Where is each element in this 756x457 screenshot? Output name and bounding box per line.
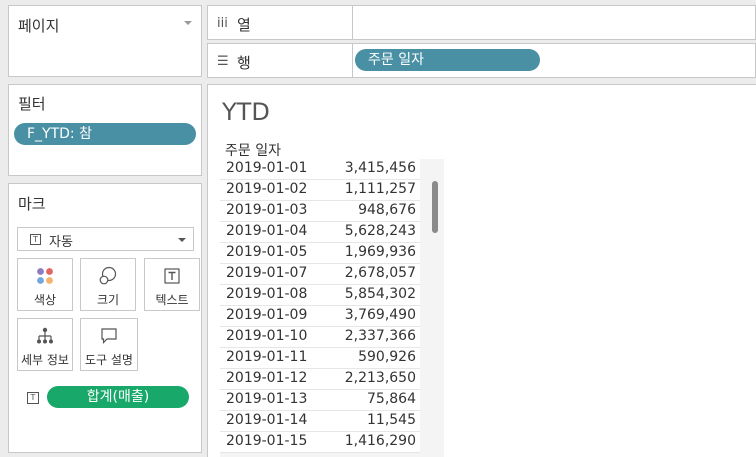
table-row[interactable]: 2019-01-02 1,111,257 <box>220 180 420 201</box>
marks-card: 마크 T 자동 색상 크기 텍스트 세부 정보 도구 설명 T 합계(매출) <box>8 183 202 453</box>
date-cell: 2019-01-11 <box>226 349 308 365</box>
date-cell: 2019-01-03 <box>226 202 308 218</box>
scrollbar[interactable] <box>432 181 438 233</box>
text-mark-icon: T <box>30 234 41 245</box>
table-row[interactable]: 2019-01-14 11,545 <box>220 411 420 432</box>
text-t-icon <box>145 266 199 286</box>
sheet-title: YTD <box>222 98 270 126</box>
rows-shelf[interactable]: ☰ 행 주문 일자 <box>207 43 756 78</box>
hierarchy-icon <box>18 326 72 346</box>
table-row[interactable]: 2019-01-01 3,415,456 <box>220 159 420 180</box>
rows-label: 행 <box>237 54 251 72</box>
columns-label: 열 <box>237 16 251 34</box>
date-cell: 2019-01-05 <box>226 244 308 260</box>
sales-value-cell: 948,676 <box>358 202 416 218</box>
date-cell: 2019-01-12 <box>226 370 308 386</box>
columns-icon: iii <box>217 16 228 31</box>
table-row[interactable]: 2019-01-11 590,926 <box>220 348 420 369</box>
sales-value-cell: 11,545 <box>367 412 416 428</box>
measure-pill[interactable]: 합계(매출) <box>47 386 189 408</box>
table-row[interactable]: 2019-01-12 2,213,650 <box>220 369 420 390</box>
color-button-label: 색상 <box>33 293 57 307</box>
column-header[interactable]: 주문 일자 <box>225 140 281 160</box>
color-button[interactable]: 색상 <box>17 258 73 311</box>
columns-shelf[interactable]: iii 열 <box>207 5 756 40</box>
date-cell: 2019-01-09 <box>226 307 308 323</box>
table-row[interactable]: 2019-01-09 3,769,490 <box>220 306 420 327</box>
table-row[interactable]: 2019-01-03 948,676 <box>220 201 420 222</box>
rows-pill[interactable]: 주문 일자 <box>355 49 540 71</box>
date-cell: 2019-01-07 <box>226 265 308 281</box>
date-cell: 2019-01-14 <box>226 412 308 428</box>
marks-title: 마크 <box>18 195 46 213</box>
sales-value-cell: 2,213,650 <box>344 370 416 386</box>
worksheet-view: YTD 주문 일자 2019-01-01 3,415,456 2019-01-02 1… <box>207 84 756 457</box>
mark-type-label: 자동 <box>49 235 73 250</box>
pages-title: 페이지 <box>18 17 60 35</box>
pages-card: 페이지 <box>8 5 202 77</box>
date-cell: 2019-01-13 <box>226 391 308 407</box>
table-row[interactable]: 2019-01-08 5,854,302 <box>220 285 420 306</box>
detail-button[interactable]: 세부 정보 <box>17 318 73 371</box>
sales-value-cell: 1,969,936 <box>344 244 416 260</box>
sales-value-cell: 5,628,243 <box>344 223 416 239</box>
sales-value-cell: 1,416,290 <box>344 433 416 449</box>
label-button-label: 텍스트 <box>155 293 189 307</box>
date-cell: 2019-01-01 <box>226 160 308 176</box>
table-row[interactable]: 2019-01-10 2,337,366 <box>220 327 420 348</box>
date-cell: 2019-01-02 <box>226 181 308 197</box>
tooltip-button[interactable]: 도구 설명 <box>80 318 138 371</box>
table-row[interactable]: 2019-01-13 75,864 <box>220 390 420 411</box>
sales-value-cell: 3,769,490 <box>344 307 416 323</box>
label-button[interactable]: 텍스트 <box>144 258 200 311</box>
size-circles-icon <box>81 266 135 286</box>
filters-title: 필터 <box>18 95 46 113</box>
date-cell: 2019-01-15 <box>226 433 308 449</box>
table-row[interactable]: 2019-01-07 2,678,057 <box>220 264 420 285</box>
shelf-divider <box>352 6 353 39</box>
filter-pill[interactable]: F_YTD: 참 <box>14 123 196 145</box>
date-cell: 2019-01-10 <box>226 328 308 344</box>
shelf-divider <box>352 44 353 77</box>
sales-value-cell: 2,678,057 <box>344 265 416 281</box>
sales-value-cell: 590,926 <box>358 349 416 365</box>
speech-bubble-icon <box>81 326 137 346</box>
sales-value-cell: 5,854,302 <box>344 286 416 302</box>
table-row[interactable]: 2019-01-15 1,416,290 <box>220 432 420 453</box>
table-row[interactable]: 2019-01-05 1,969,936 <box>220 243 420 264</box>
mark-type-select[interactable]: T 자동 <box>17 227 194 251</box>
tooltip-button-label: 도구 설명 <box>85 353 133 367</box>
size-button-label: 크기 <box>96 293 120 307</box>
rows-icon: ☰ <box>217 54 229 69</box>
table-row[interactable]: 2019-01-04 5,628,243 <box>220 222 420 243</box>
sales-value-cell: 75,864 <box>367 391 416 407</box>
date-cell: 2019-01-04 <box>226 223 308 239</box>
color-dots-icon <box>18 266 72 286</box>
dropdown-arrow-icon[interactable] <box>184 21 192 25</box>
size-button[interactable]: 크기 <box>80 258 136 311</box>
chevron-down-icon <box>178 238 186 242</box>
detail-button-label: 세부 정보 <box>21 353 69 367</box>
sales-value-cell: 3,415,456 <box>344 160 416 176</box>
data-table: 2019-01-01 3,415,456 2019-01-02 1,111,257 20… <box>220 159 420 453</box>
date-cell: 2019-01-08 <box>226 286 308 302</box>
sales-value-cell: 1,111,257 <box>344 181 416 197</box>
filters-card: 필터 F_YTD: 참 <box>8 84 202 176</box>
text-mark-icon: T <box>27 392 39 404</box>
sales-value-cell: 2,337,366 <box>344 328 416 344</box>
